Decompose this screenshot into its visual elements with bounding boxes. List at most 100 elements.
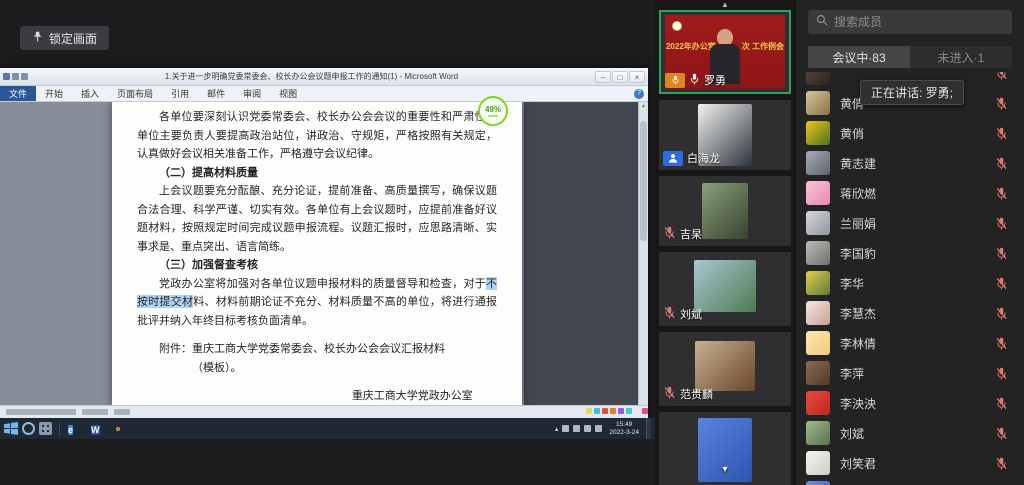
video-thumbnail-speaker[interactable]: 2022年办公室 次 工作例会 2022 罗勇 <box>659 10 791 94</box>
mini-toolbar-icon[interactable] <box>610 408 616 414</box>
battery-icon[interactable] <box>562 425 569 432</box>
taskbar-app-meeting-app[interactable] <box>117 428 119 430</box>
tray-expand-icon[interactable]: ▴ <box>555 425 559 433</box>
video-thumbnail[interactable]: 刘斌 <box>659 252 791 326</box>
help-icon[interactable]: ? <box>634 89 644 99</box>
volume-icon[interactable] <box>573 425 580 432</box>
participant-photo <box>702 183 748 239</box>
app-grid-icon[interactable] <box>39 422 52 435</box>
video-thumbnail[interactable]: 白海龙 <box>659 100 791 170</box>
ribbon-tab-7[interactable]: 视图 <box>270 86 306 101</box>
member-search-box[interactable] <box>808 10 1012 34</box>
member-row[interactable] <box>796 478 1024 485</box>
undo-icon[interactable] <box>12 73 19 80</box>
workspace-shade <box>524 102 638 405</box>
ribbon-tab-file[interactable]: 文件 <box>0 86 36 101</box>
start-button[interactable] <box>4 422 18 435</box>
taskbar-clock[interactable]: 15:49 2022-3-24 <box>606 421 642 436</box>
mic-muted-icon[interactable] <box>994 277 1008 290</box>
member-row[interactable]: 刘笑君 <box>796 448 1024 478</box>
mic-muted-icon[interactable] <box>994 427 1008 440</box>
avatar <box>806 271 830 295</box>
mini-toolbar-icon[interactable] <box>642 408 648 414</box>
member-row[interactable]: 刘斌 <box>796 418 1024 448</box>
taskbar-app-browser-360[interactable] <box>78 428 80 430</box>
ribbon-tab-1[interactable]: 开始 <box>36 86 72 101</box>
lock-view-button[interactable]: 锁定画面 <box>20 26 109 50</box>
mini-toolbar-icon[interactable] <box>594 408 600 414</box>
input-method-icon[interactable] <box>595 425 602 432</box>
video-thumbnail[interactable]: 范贵麟 <box>659 332 791 406</box>
mic-muted-icon[interactable] <box>994 457 1008 470</box>
taskbar-app-app-blue[interactable] <box>111 428 113 430</box>
member-row[interactable]: 李林倩 <box>796 328 1024 358</box>
member-row[interactable]: 黄志建 <box>796 148 1024 178</box>
document-page[interactable]: 各单位要深刻认识党委常委会、校长办公会会议的重要性和严肃性，单位主要负责人要提高… <box>112 102 522 405</box>
taskbar-app-wps[interactable] <box>123 428 125 430</box>
mini-toolbar-icon[interactable] <box>634 408 640 414</box>
vertical-scrollbar[interactable]: ▴ <box>638 102 648 405</box>
taskbar-app-word[interactable]: W <box>90 419 101 439</box>
safety-ball-icon[interactable] <box>22 422 35 435</box>
member-row[interactable]: 李泱泱 <box>796 388 1024 418</box>
tab-in-meeting[interactable]: 会议中·83 <box>808 46 910 68</box>
mic-muted-icon[interactable] <box>994 157 1008 170</box>
mini-toolbar-icon[interactable] <box>618 408 624 414</box>
quick-access-toolbar[interactable] <box>3 73 28 80</box>
redo-icon[interactable] <box>21 73 28 80</box>
member-row[interactable]: 兰丽娟 <box>796 208 1024 238</box>
mic-muted-icon[interactable] <box>994 127 1008 140</box>
ribbon-tab-4[interactable]: 引用 <box>162 86 198 101</box>
word-title-bar[interactable]: 1.关于进一步明确党委常委会、校长办公会议题申报工作的通知(1) - Micro… <box>0 68 648 86</box>
ribbon-tab-5[interactable]: 邮件 <box>198 86 234 101</box>
mic-muted-icon[interactable] <box>994 217 1008 230</box>
member-row[interactable]: 李国豹 <box>796 238 1024 268</box>
close-button[interactable]: × <box>629 71 645 83</box>
ie-browser-icon: e <box>68 425 73 435</box>
ribbon-tab-3[interactable]: 页面布局 <box>108 86 162 101</box>
mic-muted-icon[interactable] <box>994 307 1008 320</box>
network-icon[interactable] <box>584 425 591 432</box>
mic-muted-icon[interactable] <box>994 367 1008 380</box>
tab-not-joined[interactable]: 未进入·1 <box>910 46 1012 68</box>
mini-toolbar-icon[interactable] <box>586 408 592 414</box>
search-input[interactable] <box>834 15 1004 29</box>
taskbar-app-file-explorer[interactable] <box>84 428 86 430</box>
show-desktop-button[interactable] <box>646 418 651 439</box>
participant-name: 罗勇 <box>704 72 726 88</box>
mic-on-icon <box>689 73 700 88</box>
member-name: 兰丽娟 <box>840 215 984 232</box>
avatar <box>806 151 830 175</box>
ribbon-tab-6[interactable]: 审阅 <box>234 86 270 101</box>
member-row[interactable]: 黄俏 <box>796 118 1024 148</box>
member-name: 蒋欣燃 <box>840 185 984 202</box>
mic-muted-icon[interactable] <box>994 247 1008 260</box>
maximize-button[interactable]: □ <box>612 71 628 83</box>
member-row[interactable]: 李慧杰 <box>796 298 1024 328</box>
mic-muted-icon[interactable] <box>994 187 1008 200</box>
scrollbar-thumb[interactable] <box>640 121 647 241</box>
taskbar-app-app-orange[interactable] <box>105 428 107 430</box>
member-row[interactable]: 李萍 <box>796 358 1024 388</box>
mic-muted-icon[interactable] <box>994 72 1008 80</box>
scroll-up-arrow[interactable]: ▴ <box>639 102 648 109</box>
save-icon[interactable] <box>3 73 10 80</box>
mini-toolbar-icon[interactable] <box>602 408 608 414</box>
video-thumbnail[interactable]: 吉杲 <box>659 176 791 246</box>
mic-muted-icon[interactable] <box>994 337 1008 350</box>
mic-muted-icon[interactable] <box>994 97 1008 110</box>
member-row[interactable]: 蒋欣燃 <box>796 178 1024 208</box>
mic-muted-icon[interactable] <box>994 397 1008 410</box>
scroll-up-icon[interactable]: ▲ <box>655 0 795 10</box>
taskbar-app-ie-browser[interactable]: e <box>67 419 74 439</box>
scroll-down-icon[interactable]: ▼ <box>655 464 795 474</box>
performance-ball-49[interactable]: 49% <box>478 96 508 126</box>
member-list[interactable]: 黄倩 黄俏 黄志建 蒋欣燃 兰丽娟 李国豹 李华 李慧杰 李林倩 李萍 <box>796 72 1024 485</box>
member-row[interactable]: 李华 <box>796 268 1024 298</box>
mini-toolbar-icon[interactable] <box>626 408 632 414</box>
video-thumbnail[interactable] <box>659 412 791 485</box>
ribbon-tab-2[interactable]: 插入 <box>72 86 108 101</box>
member-name: 李华 <box>840 275 984 292</box>
member-name: 黄俏 <box>840 125 984 142</box>
minimize-button[interactable]: – <box>595 71 611 83</box>
